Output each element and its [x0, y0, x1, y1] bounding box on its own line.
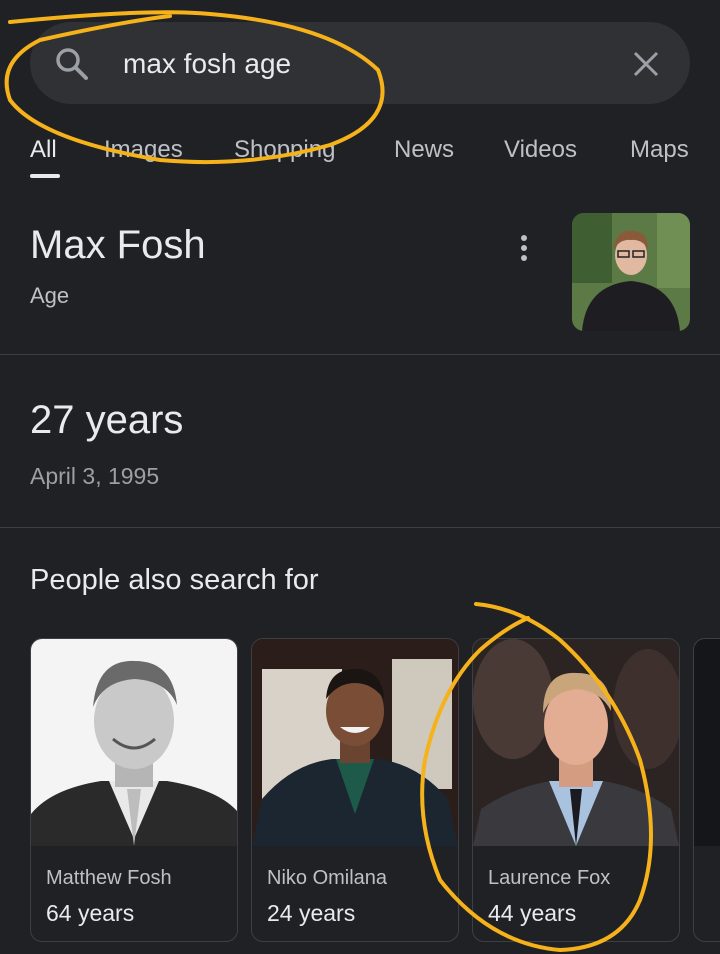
- people-also-search-heading: People also search for: [30, 564, 319, 596]
- person-card-partial[interactable]: [693, 638, 720, 942]
- close-icon[interactable]: [626, 44, 666, 84]
- entity-title: Max Fosh: [30, 223, 206, 267]
- person-name: Laurence Fox: [488, 867, 611, 889]
- birth-date: April 3, 1995: [30, 463, 160, 489]
- tab-images[interactable]: Images: [104, 133, 183, 167]
- person-photo: [252, 639, 458, 846]
- person-photo: [31, 639, 237, 846]
- divider: [0, 527, 720, 528]
- more-vert-icon[interactable]: [510, 232, 538, 264]
- tab-shopping[interactable]: Shopping: [234, 133, 335, 167]
- tab-all[interactable]: All: [30, 133, 57, 167]
- active-tab-indicator: [30, 174, 60, 178]
- person-card-laurence-fox[interactable]: Laurence Fox 44 years: [472, 638, 680, 942]
- search-input[interactable]: max fosh age: [123, 44, 291, 84]
- divider: [0, 354, 720, 355]
- person-name: Niko Omilana: [267, 867, 388, 889]
- person-photo: [473, 639, 679, 846]
- person-age: 24 years: [267, 900, 356, 926]
- search-icon[interactable]: [52, 44, 92, 84]
- tab-news[interactable]: News: [394, 133, 454, 167]
- person-photo: [694, 639, 720, 846]
- tab-maps[interactable]: Maps: [630, 133, 689, 167]
- age-answer: 27 years: [30, 398, 184, 442]
- person-age: 64 years: [46, 900, 135, 926]
- entity-subtitle: Age: [30, 283, 70, 308]
- person-name: Matthew Fosh: [46, 867, 172, 889]
- person-card-niko-omilana[interactable]: Niko Omilana 24 years: [251, 638, 459, 942]
- person-age: 44 years: [488, 900, 577, 926]
- tab-videos[interactable]: Videos: [504, 133, 577, 167]
- person-card-matthew-fosh[interactable]: Matthew Fosh 64 years: [30, 638, 238, 942]
- entity-photo[interactable]: [572, 213, 690, 331]
- search-tabs: All Images Shopping News Videos Maps: [0, 133, 720, 173]
